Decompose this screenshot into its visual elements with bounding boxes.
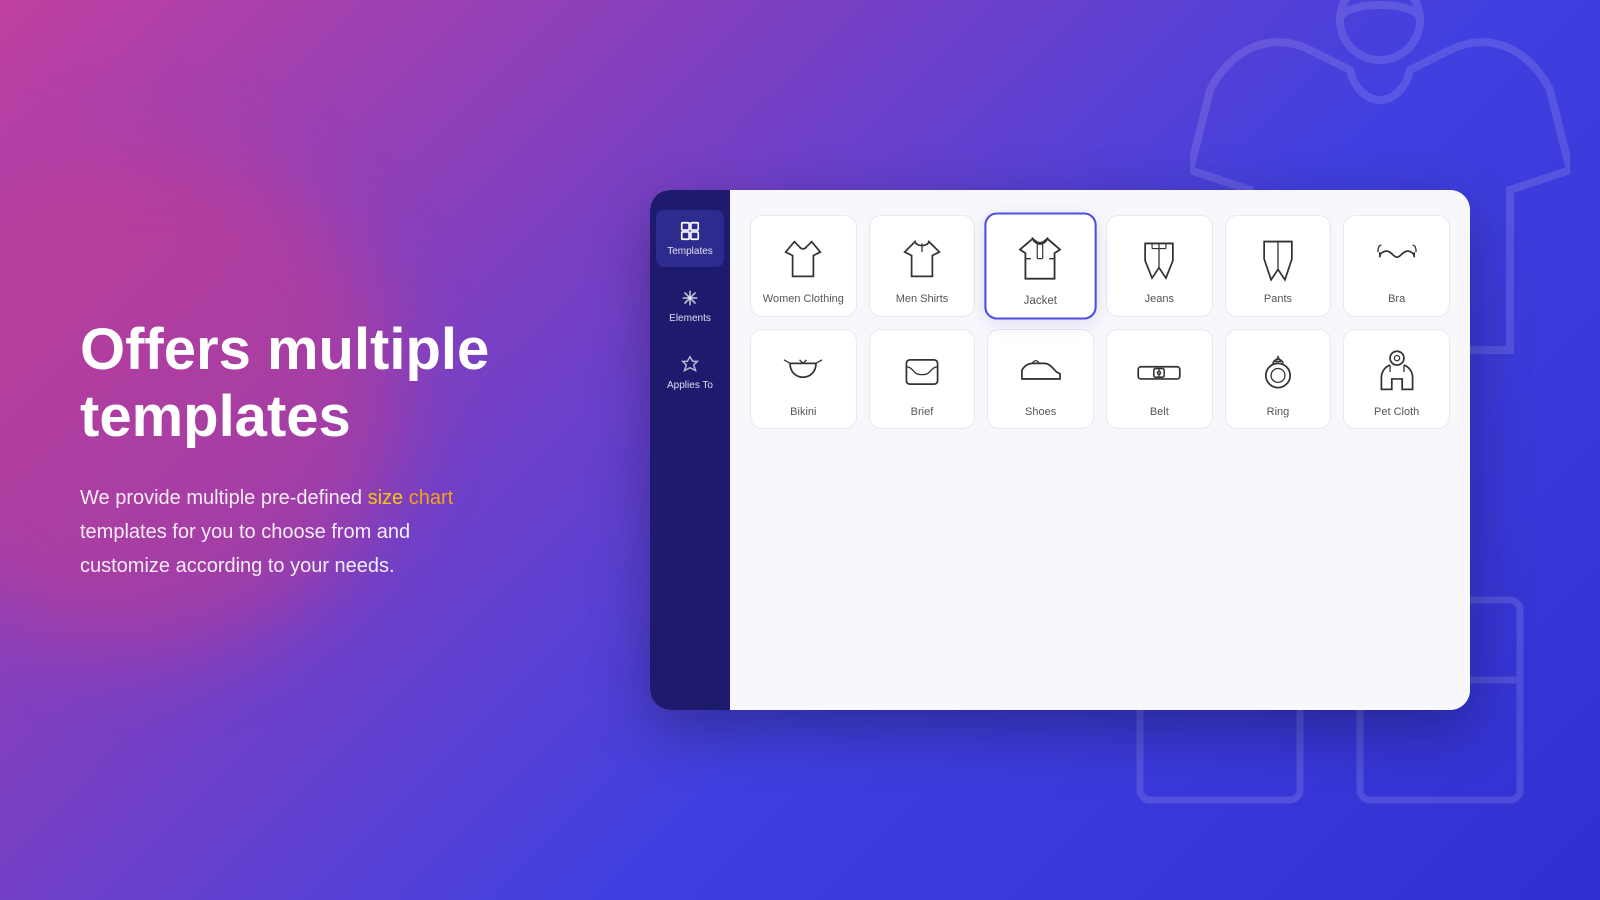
women-clothing-icon	[777, 233, 829, 285]
jacket-label: Jacket	[1024, 294, 1057, 307]
templates-icon	[679, 220, 701, 242]
pet-cloth-icon	[1371, 346, 1423, 398]
pet-cloth-label: Pet Cloth	[1374, 406, 1419, 418]
description: We provide multiple pre-defined size cha…	[80, 481, 500, 583]
template-jacket[interactable]: Jacket	[985, 212, 1097, 319]
template-jeans[interactable]: Jeans	[1106, 215, 1213, 317]
left-section: Offers multiple templates We provide mul…	[0, 257, 560, 642]
jeans-icon	[1133, 233, 1185, 285]
bikini-label: Bikini	[790, 406, 816, 418]
applies-to-icon	[679, 354, 701, 376]
pants-icon	[1252, 233, 1304, 285]
sidebar-item-templates[interactable]: Templates	[656, 210, 724, 267]
highlight-chart: chart	[409, 487, 453, 509]
template-bra[interactable]: Bra	[1343, 215, 1450, 317]
pants-label: Pants	[1264, 293, 1292, 305]
brief-icon	[896, 346, 948, 398]
belt-icon	[1133, 346, 1185, 398]
template-ring[interactable]: Ring	[1225, 329, 1332, 429]
bra-icon	[1371, 233, 1423, 285]
jeans-label: Jeans	[1145, 293, 1174, 305]
jacket-icon	[1013, 231, 1068, 286]
template-belt[interactable]: Belt	[1106, 329, 1213, 429]
shoes-icon	[1015, 346, 1067, 398]
men-shirts-icon	[896, 233, 948, 285]
template-pet-cloth[interactable]: Pet Cloth	[1343, 329, 1450, 429]
women-clothing-label: Women Clothing	[763, 293, 844, 305]
shoes-label: Shoes	[1025, 406, 1056, 418]
ring-label: Ring	[1267, 406, 1290, 418]
template-men-shirts[interactable]: Men Shirts	[869, 215, 976, 317]
sidebar-elements-label: Elements	[669, 313, 711, 324]
men-shirts-label: Men Shirts	[896, 293, 949, 305]
template-brief[interactable]: Brief	[869, 329, 976, 429]
right-section: Templates Elements	[560, 160, 1600, 740]
main-content: Women Clothing Men Shirts	[730, 190, 1470, 710]
sidebar: Templates Elements	[650, 190, 730, 710]
main-heading: Offers multiple templates	[80, 317, 500, 450]
bra-label: Bra	[1388, 293, 1405, 305]
highlight-size: size	[368, 487, 404, 509]
bikini-icon	[777, 346, 829, 398]
app-window: Templates Elements	[650, 190, 1470, 710]
templates-grid: Women Clothing Men Shirts	[750, 215, 1450, 429]
template-pants[interactable]: Pants	[1225, 215, 1332, 317]
elements-icon	[679, 287, 701, 309]
template-bikini[interactable]: Bikini	[750, 329, 857, 429]
sidebar-applies-label: Applies To	[667, 380, 713, 391]
brief-label: Brief	[911, 406, 934, 418]
sidebar-templates-label: Templates	[667, 246, 713, 257]
template-women-clothing[interactable]: Women Clothing	[750, 215, 857, 317]
belt-label: Belt	[1150, 406, 1169, 418]
sidebar-item-applies-to[interactable]: Applies To	[656, 344, 724, 401]
sidebar-item-elements[interactable]: Elements	[656, 277, 724, 334]
template-shoes[interactable]: Shoes	[987, 329, 1094, 429]
ring-icon	[1252, 346, 1304, 398]
